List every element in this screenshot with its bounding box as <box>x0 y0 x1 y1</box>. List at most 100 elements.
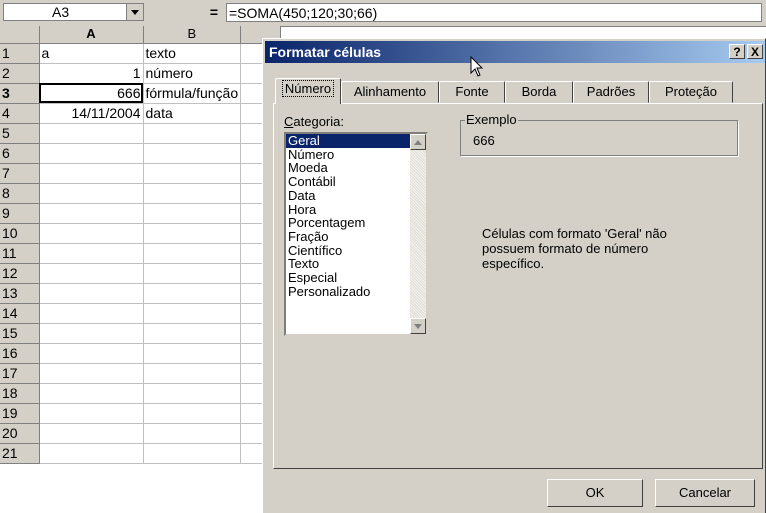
edit-formula-button[interactable]: = <box>204 4 224 20</box>
cell-b[interactable] <box>143 403 242 424</box>
cell-a[interactable] <box>39 263 144 284</box>
cell-a[interactable] <box>39 303 144 324</box>
row-header[interactable]: 8 <box>0 183 40 204</box>
row-header[interactable]: 21 <box>0 443 40 464</box>
row-header[interactable]: 20 <box>0 423 40 444</box>
cell-b[interactable] <box>143 263 242 284</box>
category-item[interactable]: Geral <box>286 134 410 148</box>
row-header[interactable]: 7 <box>0 163 40 184</box>
cell-a[interactable] <box>39 163 144 184</box>
cell-a[interactable]: 14/11/2004 <box>39 103 144 124</box>
cell-a[interactable]: a <box>39 43 144 64</box>
category-item[interactable]: Personalizado <box>286 285 410 299</box>
row-header[interactable]: 14 <box>0 303 40 324</box>
category-item[interactable]: Contábil <box>286 175 410 189</box>
cell-b[interactable] <box>143 203 242 224</box>
cell-b[interactable] <box>143 423 242 444</box>
cell-b[interactable] <box>143 303 242 324</box>
category-item[interactable]: Especial <box>286 271 410 285</box>
category-item[interactable]: Científico <box>286 243 410 258</box>
dialog-titlebar[interactable]: Formatar células ? X <box>265 41 765 63</box>
row-header[interactable]: 17 <box>0 363 40 384</box>
cell-b[interactable] <box>143 283 242 304</box>
cell-b[interactable] <box>143 323 242 344</box>
row-header[interactable]: 9 <box>0 203 40 224</box>
category-item[interactable]: Texto <box>286 257 410 271</box>
tab-padroes[interactable]: Padrões <box>573 81 649 103</box>
scroll-down-arrow-icon[interactable] <box>410 318 426 334</box>
category-item[interactable]: Data <box>286 189 410 203</box>
cell-a[interactable] <box>39 403 144 424</box>
row-header[interactable]: 13 <box>0 283 40 304</box>
cell-b[interactable] <box>143 223 242 244</box>
column-header-b[interactable]: B <box>143 26 242 44</box>
category-item[interactable]: Hora <box>286 202 410 217</box>
cell-b[interactable]: data <box>143 103 242 124</box>
row-header[interactable]: 6 <box>0 143 40 164</box>
category-item[interactable]: Fração <box>286 230 410 244</box>
cell-a[interactable] <box>39 383 144 404</box>
cell-b[interactable]: texto <box>143 43 242 64</box>
cell-b[interactable] <box>143 363 242 384</box>
cell-b[interactable] <box>143 123 242 144</box>
row-header[interactable]: 3 <box>0 83 40 104</box>
help-button[interactable]: ? <box>729 44 745 59</box>
cell-b[interactable] <box>143 343 242 364</box>
tab-numero[interactable]: Número <box>275 78 341 104</box>
tab-alinhamento[interactable]: Alinhamento <box>341 81 439 103</box>
cell-a[interactable] <box>39 183 144 204</box>
row-header[interactable]: 19 <box>0 403 40 424</box>
cell-a[interactable] <box>39 223 144 244</box>
cell-a[interactable]: 666 <box>39 83 144 104</box>
cell-a[interactable] <box>39 423 144 444</box>
cell-a[interactable] <box>39 243 144 264</box>
formula-input[interactable]: =SOMA(450;120;30;66) <box>226 3 762 22</box>
row-header[interactable]: 2 <box>0 63 40 84</box>
cell-a[interactable] <box>39 203 144 224</box>
cell-b[interactable] <box>143 143 242 164</box>
cell-b[interactable] <box>143 243 242 264</box>
cell-b[interactable] <box>143 163 242 184</box>
row-header[interactable]: 5 <box>0 123 40 144</box>
category-item[interactable]: Número <box>286 147 410 162</box>
tab-fonte[interactable]: Fonte <box>439 81 505 103</box>
cell-b[interactable]: fórmula/função <box>143 83 242 104</box>
row-header[interactable]: 4 <box>0 103 40 124</box>
row-header[interactable]: 16 <box>0 343 40 364</box>
name-box-value: A3 <box>52 4 70 20</box>
row-header[interactable]: 10 <box>0 223 40 244</box>
cell-a[interactable] <box>39 343 144 364</box>
cell-a[interactable] <box>39 443 144 464</box>
close-button[interactable]: X <box>747 44 763 59</box>
tab-protecao[interactable]: Proteção <box>649 81 733 103</box>
scroll-up-arrow-icon[interactable] <box>410 134 426 150</box>
row-header[interactable]: 18 <box>0 383 40 404</box>
row-header[interactable]: 1 <box>0 43 40 64</box>
select-all-corner[interactable] <box>0 26 40 44</box>
ok-button[interactable]: OK <box>547 479 643 507</box>
row-header[interactable]: 12 <box>0 263 40 284</box>
dropdown-arrow-icon[interactable] <box>126 4 143 20</box>
cancel-button[interactable]: Cancelar <box>655 479 755 507</box>
spreadsheet-grid: A B 1 a texto 2 1 número 3 666 fórmula/função 4 14… <box>0 26 282 464</box>
cell-b[interactable] <box>143 183 242 204</box>
category-item[interactable]: Porcentagem <box>286 216 410 230</box>
mouse-pointer-icon <box>470 56 484 77</box>
cell-a[interactable] <box>39 123 144 144</box>
cell-b[interactable]: número <box>143 63 242 84</box>
category-item[interactable]: Moeda <box>286 161 410 175</box>
name-box[interactable]: A3 <box>3 3 144 21</box>
row-header[interactable]: 15 <box>0 323 40 344</box>
cell-b[interactable] <box>143 443 242 464</box>
cell-a[interactable] <box>39 283 144 304</box>
category-scrollbar[interactable] <box>410 134 426 334</box>
cell-a[interactable] <box>39 363 144 384</box>
cell-a[interactable] <box>39 323 144 344</box>
cell-a[interactable] <box>39 143 144 164</box>
cell-a[interactable]: 1 <box>39 63 144 84</box>
category-listbox[interactable]: Geral Número Moeda Contábil Data Hora Porcenta… <box>284 132 428 336</box>
cell-b[interactable] <box>143 383 242 404</box>
tab-borda[interactable]: Borda <box>505 81 573 103</box>
column-header-a[interactable]: A <box>39 26 144 44</box>
row-header[interactable]: 11 <box>0 243 40 264</box>
